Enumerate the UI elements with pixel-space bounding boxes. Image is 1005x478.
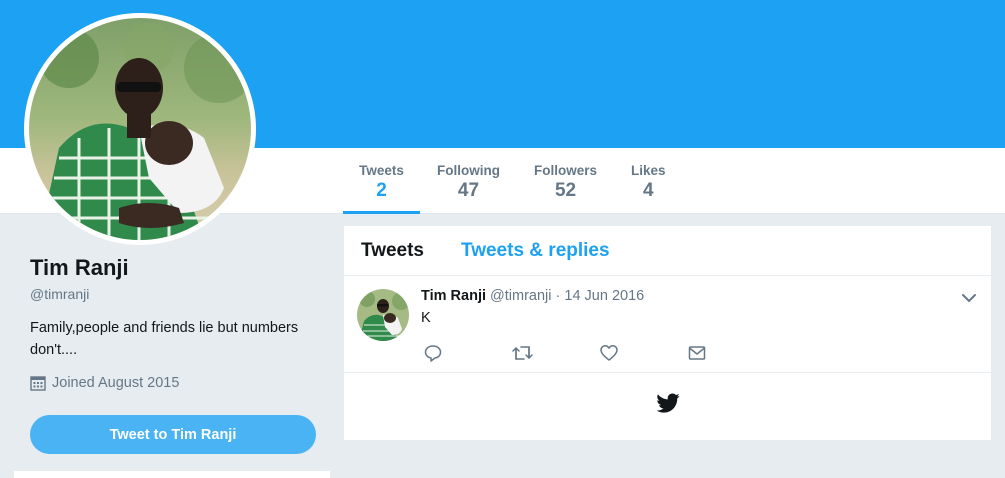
envelope-icon[interactable] (688, 344, 706, 362)
tab-tweets-and-replies[interactable]: Tweets & replies (461, 240, 610, 262)
stat-tweets[interactable]: Tweets 2 (343, 148, 420, 214)
tweet-date[interactable]: 14 Jun 2016 (564, 288, 644, 304)
stat-followers[interactable]: Followers 52 (517, 148, 614, 214)
stat-label: Tweets (359, 163, 404, 178)
joined-date: Joined August 2015 (30, 375, 330, 391)
profile-bio: Family,people and friends lie but number… (30, 320, 299, 358)
calendar-icon (30, 376, 46, 391)
stat-label: Followers (534, 163, 598, 178)
tab-tweets[interactable]: Tweets (361, 240, 424, 262)
stat-label: Likes (631, 163, 666, 178)
reply-icon[interactable] (424, 344, 442, 362)
stat-value: 4 (642, 180, 654, 201)
stat-value: 52 (554, 180, 577, 201)
heart-icon[interactable] (600, 344, 618, 362)
profile-photo (29, 18, 251, 240)
stat-following[interactable]: Following 47 (420, 148, 517, 214)
tweet-author-handle[interactable]: @timranji (490, 288, 551, 304)
chevron-down-icon[interactable] (961, 292, 977, 304)
tweet-avatar[interactable] (357, 289, 409, 341)
profile-handle[interactable]: @timranji (30, 286, 330, 302)
tweet-author-name[interactable]: Tim Ranji (421, 288, 486, 304)
stat-value: 47 (457, 180, 480, 201)
left-card-edge (14, 471, 330, 478)
stat-label: Following (437, 163, 500, 178)
timeline-tabs: Tweets Tweets & replies (344, 226, 991, 276)
profile-name[interactable]: Tim Ranji (30, 255, 330, 281)
twitter-bird-icon (657, 393, 680, 413)
profile-stats: Tweets 2 Following 47 Followers 52 Likes… (343, 148, 683, 214)
tweet-item[interactable]: Tim Ranji @timranji · 14 Jun 2016 K (344, 276, 991, 373)
tweet-header: Tim Ranji @timranji · 14 Jun 2016 (421, 288, 644, 304)
retweet-icon[interactable] (512, 344, 533, 362)
stat-likes[interactable]: Likes 4 (614, 148, 683, 214)
joined-text: Joined August 2015 (52, 375, 180, 391)
profile-avatar[interactable] (24, 13, 256, 245)
tweet-text: K (421, 310, 431, 326)
stat-value: 2 (376, 180, 387, 201)
profile-card: Tim Ranji @timranji Family,people and fr… (30, 255, 330, 391)
timeline: Tweets Tweets & replies Tim Ranji @timra… (344, 226, 991, 440)
tweet-to-button[interactable]: Tweet to Tim Ranji (30, 415, 316, 454)
tweet-separator: · (555, 288, 561, 304)
